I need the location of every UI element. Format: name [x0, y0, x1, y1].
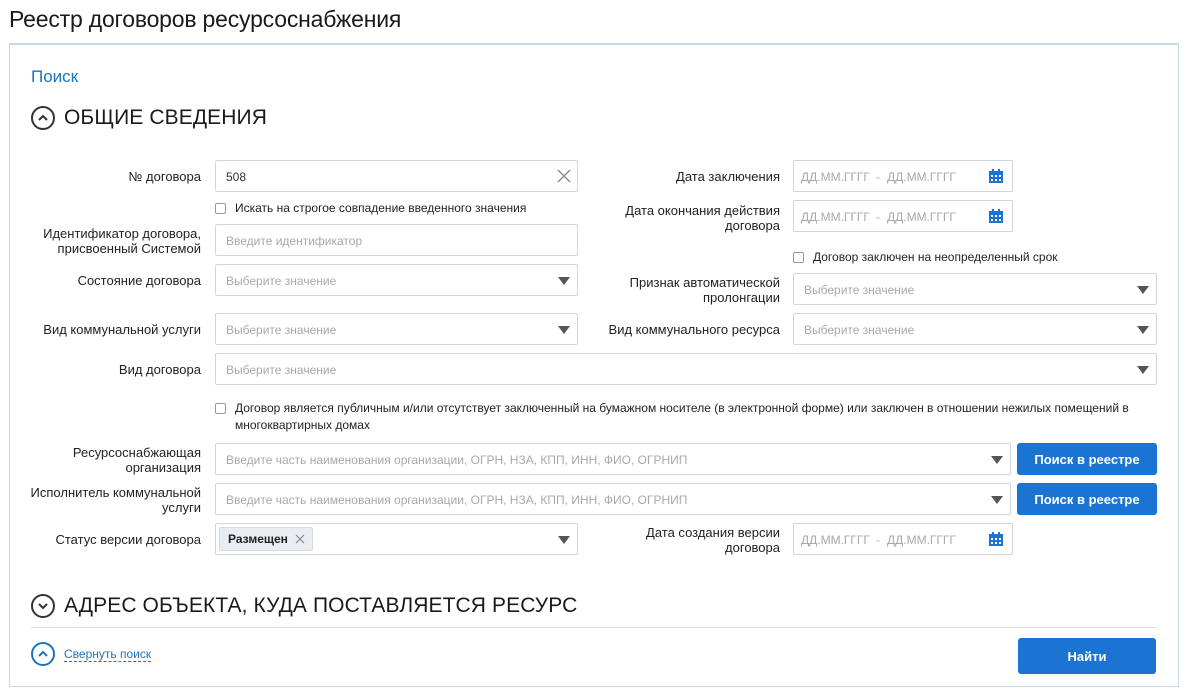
- service-type-label: Вид коммунальной услуги: [43, 322, 201, 337]
- date-to-placeholder: ДД.ММ.ГГГГ: [887, 210, 956, 224]
- collapse-search-label: Свернуть поиск: [64, 646, 152, 662]
- contract-type-label: Вид договора: [118, 362, 201, 377]
- end-date-label-line1: Дата окончания действия: [625, 203, 780, 218]
- checkbox-box[interactable]: [793, 252, 804, 263]
- search-panel: Поиск ОБЩИЕ СВЕДЕНИЯ № договора 508 Иска…: [9, 43, 1179, 687]
- auto-prolong-placeholder: Выберите значение: [804, 283, 915, 297]
- caret-down-icon: [1137, 366, 1149, 374]
- chevron-up-icon: [31, 106, 55, 130]
- supplier-label: Ресурсоснабжающая организация: [73, 445, 201, 475]
- supplier-label-line2: организация: [125, 460, 201, 475]
- caret-down-icon: [1137, 286, 1149, 294]
- strict-match-label: Искать на строгое совпадение введенного …: [235, 201, 527, 215]
- collapse-search-link[interactable]: Свернуть поиск: [31, 642, 152, 666]
- date-separator: -: [876, 533, 880, 547]
- supplier-search-registry-button[interactable]: Поиск в реестре: [1017, 443, 1157, 475]
- date-from-placeholder: ДД.ММ.ГГГГ: [801, 533, 870, 547]
- caret-down-icon: [991, 496, 1003, 504]
- conclusion-date-label: Дата заключения: [676, 169, 780, 184]
- auto-prolong-select[interactable]: Выберите значение: [793, 273, 1157, 305]
- date-separator: -: [876, 210, 880, 224]
- calendar-icon[interactable]: [988, 168, 1004, 184]
- system-id-placeholder: Введите идентификатор: [226, 234, 363, 248]
- date-to-placeholder: ДД.ММ.ГГГГ: [887, 170, 956, 184]
- end-date-label-line2: договора: [725, 218, 780, 233]
- system-id-input[interactable]: Введите идентификатор: [215, 224, 578, 256]
- system-id-label: Идентификатор договора, присвоенный Сист…: [43, 226, 201, 256]
- state-placeholder: Выберите значение: [226, 274, 337, 288]
- strict-match-checkbox[interactable]: Искать на строгое совпадение введенного …: [215, 200, 526, 217]
- checkbox-box[interactable]: [215, 403, 226, 414]
- status-tag[interactable]: Размещен: [219, 527, 313, 551]
- auto-prolong-label-line2: пролонгации: [702, 290, 780, 305]
- caret-down-icon: [558, 326, 570, 334]
- version-date-label-line1: Дата создания версии: [646, 525, 780, 540]
- supplier-label-line1: Ресурсоснабжающая: [72, 445, 201, 460]
- date-to-placeholder: ДД.ММ.ГГГГ: [887, 533, 956, 547]
- indefinite-term-checkbox[interactable]: Договор заключен на неопределенный срок: [793, 249, 1058, 266]
- caret-down-icon: [1137, 326, 1149, 334]
- version-date-label: Дата создания версии договора: [646, 525, 780, 555]
- conclusion-date-range[interactable]: ДД.ММ.ГГГГ - ДД.ММ.ГГГГ: [793, 160, 1013, 192]
- section-divider: [31, 627, 1157, 628]
- resource-type-label: Вид коммунального ресурса: [608, 322, 780, 337]
- contract-no-input[interactable]: 508: [215, 160, 578, 192]
- search-link[interactable]: Поиск: [31, 67, 78, 87]
- calendar-icon[interactable]: [988, 531, 1004, 547]
- service-type-placeholder: Выберите значение: [226, 323, 337, 337]
- version-date-label-line2: договора: [725, 540, 780, 555]
- chevron-up-icon: [31, 642, 55, 666]
- executor-label-line2: услуги: [162, 500, 201, 515]
- resource-type-select[interactable]: Выберите значение: [793, 313, 1157, 345]
- general-section-header[interactable]: ОБЩИЕ СВЕДЕНИЯ: [31, 106, 267, 130]
- supplier-select[interactable]: Введите часть наименования организации, …: [215, 443, 1011, 475]
- executor-label-line1: Исполнитель коммунальной: [30, 485, 201, 500]
- address-section-title: АДРЕС ОБЪЕКТА, КУДА ПОСТАВЛЯЕТСЯ РЕСУРС: [64, 594, 578, 617]
- system-id-label-line1: Идентификатор договора,: [43, 226, 201, 241]
- contract-type-placeholder: Выберите значение: [226, 363, 337, 377]
- version-status-label: Статус версии договора: [55, 532, 201, 547]
- version-date-range[interactable]: ДД.ММ.ГГГГ - ДД.ММ.ГГГГ: [793, 523, 1013, 555]
- caret-down-icon: [558, 277, 570, 285]
- contract-no-value: 508: [226, 170, 247, 184]
- executor-search-registry-button[interactable]: Поиск в реестре: [1017, 483, 1157, 515]
- clear-icon[interactable]: [557, 169, 571, 183]
- state-label: Состояние договора: [77, 273, 201, 288]
- executor-label: Исполнитель коммунальной услуги: [31, 485, 201, 515]
- address-section-header[interactable]: АДРЕС ОБЪЕКТА, КУДА ПОСТАВЛЯЕТСЯ РЕСУРС: [31, 594, 577, 618]
- service-type-select[interactable]: Выберите значение: [215, 313, 578, 345]
- chevron-down-icon: [31, 594, 55, 618]
- caret-down-icon: [558, 536, 570, 544]
- system-id-label-line2: присвоенный Системой: [57, 241, 201, 256]
- date-from-placeholder: ДД.ММ.ГГГГ: [801, 170, 870, 184]
- find-button[interactable]: Найти: [1018, 638, 1156, 674]
- caret-down-icon: [991, 456, 1003, 464]
- end-date-label: Дата окончания действия договора: [625, 203, 780, 233]
- executor-select[interactable]: Введите часть наименования организации, …: [215, 483, 1011, 515]
- calendar-icon[interactable]: [988, 208, 1004, 224]
- resource-type-placeholder: Выберите значение: [804, 323, 915, 337]
- page-title: Реестр договоров ресурсоснабжения: [9, 6, 402, 32]
- executor-placeholder: Введите часть наименования организации, …: [226, 493, 688, 507]
- contract-type-select[interactable]: Выберите значение: [215, 353, 1157, 385]
- auto-prolong-label: Признак автоматической пролонгации: [630, 275, 780, 305]
- checkbox-box[interactable]: [215, 203, 226, 214]
- remove-tag-icon[interactable]: [295, 534, 305, 544]
- public-contract-label: Договор является публичным и/или отсутст…: [235, 401, 1129, 432]
- auto-prolong-label-line1: Признак автоматической: [629, 275, 780, 290]
- indefinite-term-label: Договор заключен на неопределенный срок: [813, 250, 1058, 264]
- version-status-select[interactable]: Размещен: [215, 523, 578, 555]
- supplier-placeholder: Введите часть наименования организации, …: [226, 453, 688, 467]
- general-section-title: ОБЩИЕ СВЕДЕНИЯ: [64, 106, 267, 129]
- status-tag-label: Размещен: [228, 532, 288, 546]
- date-separator: -: [876, 170, 880, 184]
- date-from-placeholder: ДД.ММ.ГГГГ: [801, 210, 870, 224]
- state-select[interactable]: Выберите значение: [215, 264, 578, 296]
- end-date-range[interactable]: ДД.ММ.ГГГГ - ДД.ММ.ГГГГ: [793, 200, 1013, 232]
- contract-no-label: № договора: [128, 169, 201, 184]
- public-contract-checkbox[interactable]: Договор является публичным и/или отсутст…: [215, 400, 1145, 434]
